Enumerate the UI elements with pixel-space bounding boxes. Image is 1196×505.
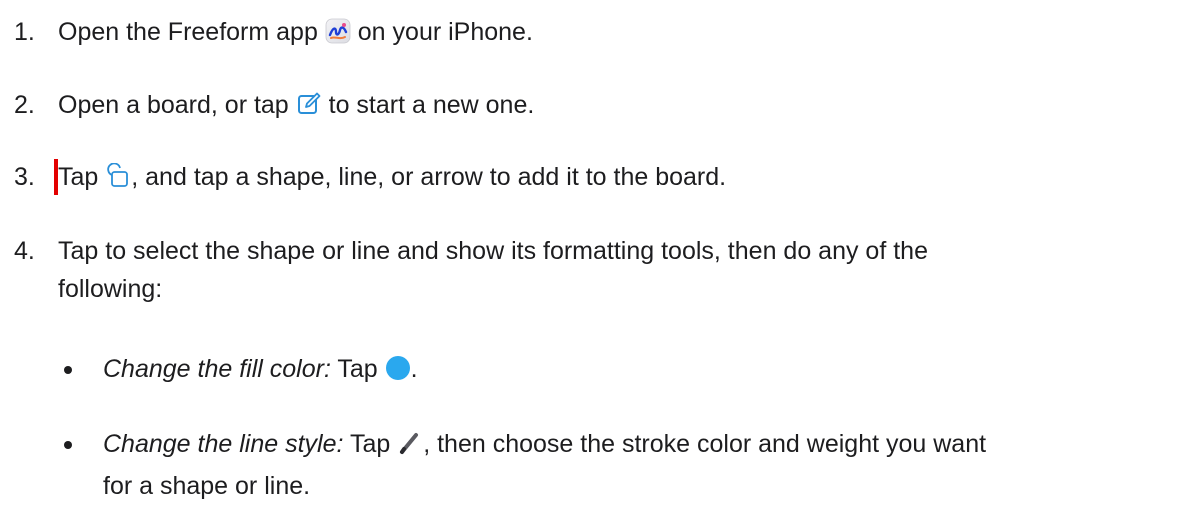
- sub-item-after: , then choose the stroke color and weigh…: [423, 430, 987, 458]
- bullet: [64, 366, 72, 374]
- step-text-line1: Tap to select the shape or line and show…: [58, 237, 928, 265]
- step-text-before: Open the Freeform app: [58, 18, 318, 46]
- sub-item-line2: for a shape or line.: [103, 472, 311, 500]
- step-text-before: Tap: [58, 163, 99, 191]
- sub-item-before: Tap: [349, 430, 391, 458]
- sub-item-text: Change the line style: Tap , then choose…: [103, 425, 1183, 505]
- sub-item-label: Change the fill color:: [103, 355, 331, 383]
- step-text-after: , and tap a shape, line, or arrow to add…: [131, 163, 727, 191]
- step-number: 1.: [14, 18, 35, 46]
- step-number: 4.: [14, 237, 35, 265]
- pencil-stroke-icon: [397, 429, 423, 467]
- step-text: Open a board, or tap to start a new one.: [58, 86, 1108, 128]
- step-number: 3.: [14, 163, 35, 191]
- step-text: Tap to select the shape or line and show…: [58, 232, 1108, 308]
- fill-color-icon: [385, 354, 411, 392]
- bullet: [64, 441, 72, 449]
- step-text-before: Open a board, or tap: [58, 91, 289, 119]
- sub-item-before: Tap: [337, 355, 378, 383]
- step-text-line2: following:: [58, 275, 163, 303]
- freeform-app-icon: [325, 17, 351, 55]
- step-text: Tap , and tap a shape, line, or arrow to…: [58, 158, 1108, 200]
- sub-item-after: .: [410, 355, 418, 383]
- sub-item-text: Change the fill color: Tap .: [103, 350, 1183, 392]
- step-number: 2.: [14, 91, 35, 119]
- step-text-after: on your iPhone.: [357, 18, 533, 46]
- step-text: Open the Freeform app on your iPhone.: [58, 13, 1108, 55]
- compose-icon: [296, 90, 322, 128]
- step-text-after: to start a new one.: [328, 91, 535, 119]
- shapes-icon: [105, 162, 131, 200]
- sub-item-label: Change the line style:: [103, 430, 344, 458]
